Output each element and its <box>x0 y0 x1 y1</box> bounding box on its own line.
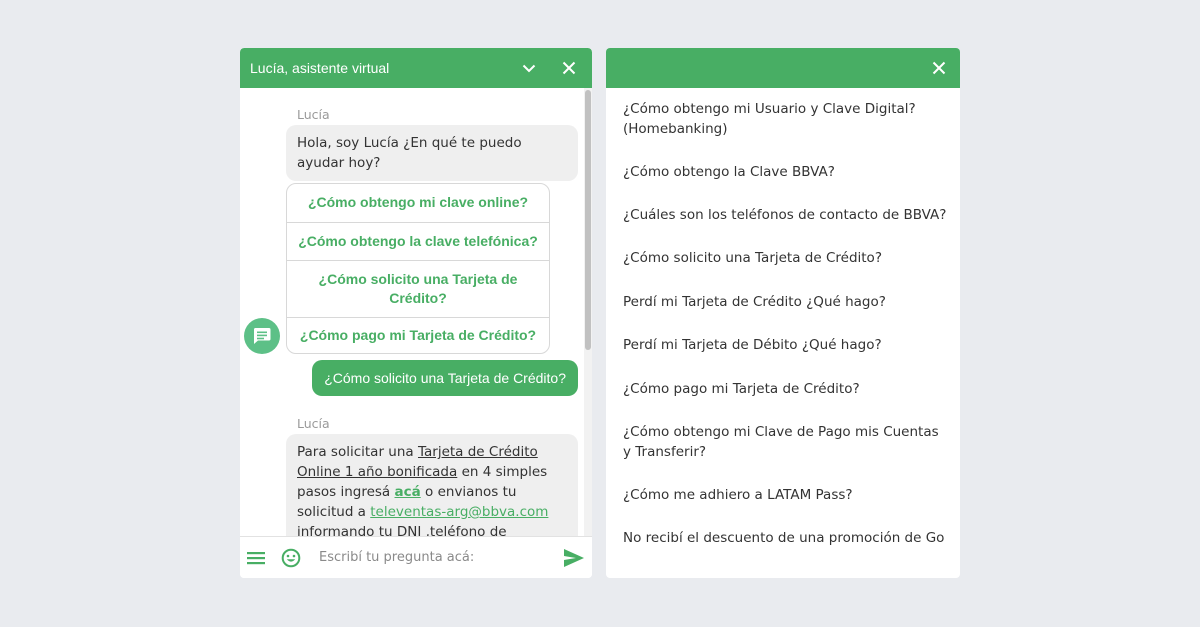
chat-messages[interactable]: Lucía Hola, soy Lucía ¿En qué te puedo a… <box>240 88 592 537</box>
chevron-down-icon[interactable] <box>516 55 542 81</box>
quick-replies: ¿Cómo obtengo mi clave online? ¿Cómo obt… <box>286 183 550 354</box>
send-icon[interactable] <box>562 546 586 570</box>
chat-scrollbar-thumb[interactable] <box>585 90 591 350</box>
chat-scrollbar[interactable] <box>584 88 592 537</box>
chat-message-input[interactable] <box>319 550 559 565</box>
faq-item[interactable]: No recibí el descuento de una promoción … <box>623 529 948 549</box>
chat-title: Lucía, asistente virtual <box>250 60 390 76</box>
menu-icon[interactable] <box>244 546 268 570</box>
faq-item[interactable]: Perdí mi Tarjeta de Crédito ¿Qué hago? <box>623 293 948 313</box>
faq-item[interactable]: ¿Cómo pago mi Tarjeta de Crédito? <box>623 380 948 400</box>
faq-item[interactable]: ¿Cómo obtengo mi Clave de Pago mis Cuent… <box>623 423 948 462</box>
faq-item[interactable]: Perdí mi Tarjeta de Débito ¿Qué hago? <box>623 336 948 356</box>
quick-reply-credit-card-request[interactable]: ¿Cómo solicito una Tarjeta de Crédito? <box>287 260 549 317</box>
bot-reply-bubble: Para solicitar una Tarjeta de Crédito On… <box>286 434 578 537</box>
quick-reply-credit-card-payment[interactable]: ¿Cómo pago mi Tarjeta de Crédito? <box>287 317 549 353</box>
faq-panel: ¿Cómo obtengo mi Usuario y Clave Digital… <box>606 48 960 578</box>
close-icon[interactable] <box>926 55 952 81</box>
reply-text-intro: Para solicitar una <box>297 444 418 460</box>
bot-greeting-bubble: Hola, soy Lucía ¿En qué te puedo ayudar … <box>286 125 578 181</box>
quick-reply-online-key[interactable]: ¿Cómo obtengo mi clave online? <box>287 184 549 222</box>
bot-sender-label-2: Lucía <box>297 416 330 431</box>
chat-bubble-icon <box>244 318 280 354</box>
faq-item[interactable]: ¿Cómo obtengo la Clave BBVA? <box>623 163 948 183</box>
email-link[interactable]: televentas-arg@bbva.com <box>370 504 548 520</box>
faq-item[interactable]: ¿Cómo obtengo mi Usuario y Clave Digital… <box>623 100 948 139</box>
faq-item[interactable]: ¿Cómo me adhiero a LATAM Pass? <box>623 486 948 506</box>
user-message-bubble: ¿Cómo solicito una Tarjeta de Crédito? <box>312 360 578 396</box>
chat-input-bar <box>240 536 592 578</box>
here-link[interactable]: acá <box>395 484 421 500</box>
faq-header <box>606 48 960 88</box>
chat-window: Lucía, asistente virtual Lucía Hola, soy… <box>240 48 592 578</box>
chat-header: Lucía, asistente virtual <box>240 48 592 88</box>
close-icon[interactable] <box>556 55 582 81</box>
faq-item[interactable]: ¿Cómo solicito una Tarjeta de Crédito? <box>623 249 948 269</box>
quick-reply-phone-key[interactable]: ¿Cómo obtengo la clave telefónica? <box>287 222 549 260</box>
bot-sender-label: Lucía <box>297 107 330 122</box>
smiley-icon[interactable] <box>279 546 303 570</box>
faq-item[interactable]: ¿Cuáles son los teléfonos de contacto de… <box>623 206 948 226</box>
